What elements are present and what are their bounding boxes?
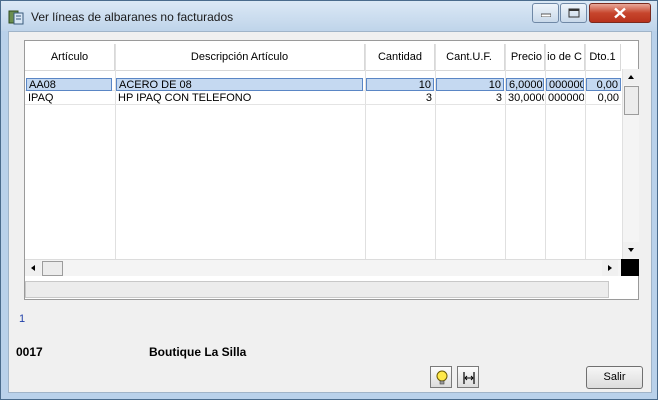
arrow-up-icon [628,75,634,79]
horizontal-scroll-thumb[interactable] [42,261,63,276]
close-button[interactable] [589,3,651,23]
vertical-scroll-thumb[interactable] [624,86,639,115]
scroll-left-button[interactable] [25,260,41,276]
column-header-dto1[interactable]: Dto.1 [585,44,621,71]
dialog-window: Ver líneas de albaranes no facturados Ar… [0,0,658,400]
close-icon [614,7,626,19]
column-divider [545,44,546,259]
column-header-cant-uf[interactable]: Cant.U.F. [435,44,505,71]
column-divider [505,44,506,259]
horizontal-scrollbar[interactable] [25,259,621,276]
record-count: 1 [19,313,26,325]
cell-cantidad[interactable]: 3 [366,92,434,105]
cell-precio-coste[interactable]: 000000 [546,92,584,105]
arrow-right-icon [608,265,612,271]
vertical-scrollbar[interactable] [622,69,639,259]
title-bar[interactable]: Ver líneas de albaranes no facturados [1,1,657,31]
cell-descripcion[interactable]: HP IPAQ CON TELEFONO [116,92,363,105]
lightbulb-button[interactable] [430,366,452,388]
column-divider [115,44,116,259]
minimize-icon [540,13,551,17]
column-divider [365,44,366,259]
window-title: Ver líneas de albaranes no facturados [31,10,234,24]
app-icon [8,9,24,25]
arrow-left-icon [31,265,35,271]
client-code: 0017 [16,345,43,359]
maximize-button[interactable] [560,3,587,23]
cell-cant-uf[interactable]: 3 [436,92,504,105]
scroll-down-button[interactable] [623,242,639,258]
cell-precio-coste[interactable]: 000000 [546,78,584,91]
grid-status-bar [25,281,609,298]
fit-columns-button[interactable] [457,366,479,388]
fit-columns-icon [463,372,475,384]
column-header-articulo[interactable]: Artículo [25,44,115,71]
arrow-down-icon [628,248,634,252]
column-divider [435,44,436,259]
scroll-up-button[interactable] [623,69,639,85]
cell-articulo[interactable]: IPAQ [26,92,112,105]
cell-cantidad[interactable]: 10 [366,78,434,91]
cell-dto1[interactable]: 0,00 [586,92,621,105]
column-header-precio[interactable]: Precio [505,44,545,71]
exit-button[interactable]: Salir [586,366,643,389]
cell-dto1[interactable]: 0,00 [586,78,621,91]
minimize-button[interactable] [532,3,559,23]
scroll-corner [621,259,639,276]
dialog-body: Artículo Descripción Artículo Cantidad C… [8,31,652,393]
cell-precio[interactable]: 6,0000 [506,78,544,91]
column-header-descripcion[interactable]: Descripción Artículo [115,44,365,71]
grid-viewport: Artículo Descripción Artículo Cantidad C… [25,41,621,259]
client-name: Boutique La Silla [149,345,247,359]
column-header-precio-coste[interactable]: io de C [545,44,585,71]
cell-descripcion[interactable]: ACERO DE 08 [116,78,363,91]
lines-grid: Artículo Descripción Artículo Cantidad C… [24,40,639,300]
table-row[interactable]: AA08 ACERO DE 08 10 10 6,0000 000000 0,0… [25,78,621,91]
scroll-right-button[interactable] [602,260,618,276]
maximize-icon [568,8,579,18]
cell-articulo[interactable]: AA08 [26,78,112,91]
column-header-cantidad[interactable]: Cantidad [365,44,435,71]
cell-cant-uf[interactable]: 10 [436,78,504,91]
lightbulb-icon [436,370,448,385]
table-row[interactable]: IPAQ HP IPAQ CON TELEFONO 3 3 30,0000 00… [25,92,621,105]
cell-precio[interactable]: 30,0000 [506,92,544,105]
column-divider [585,44,586,259]
